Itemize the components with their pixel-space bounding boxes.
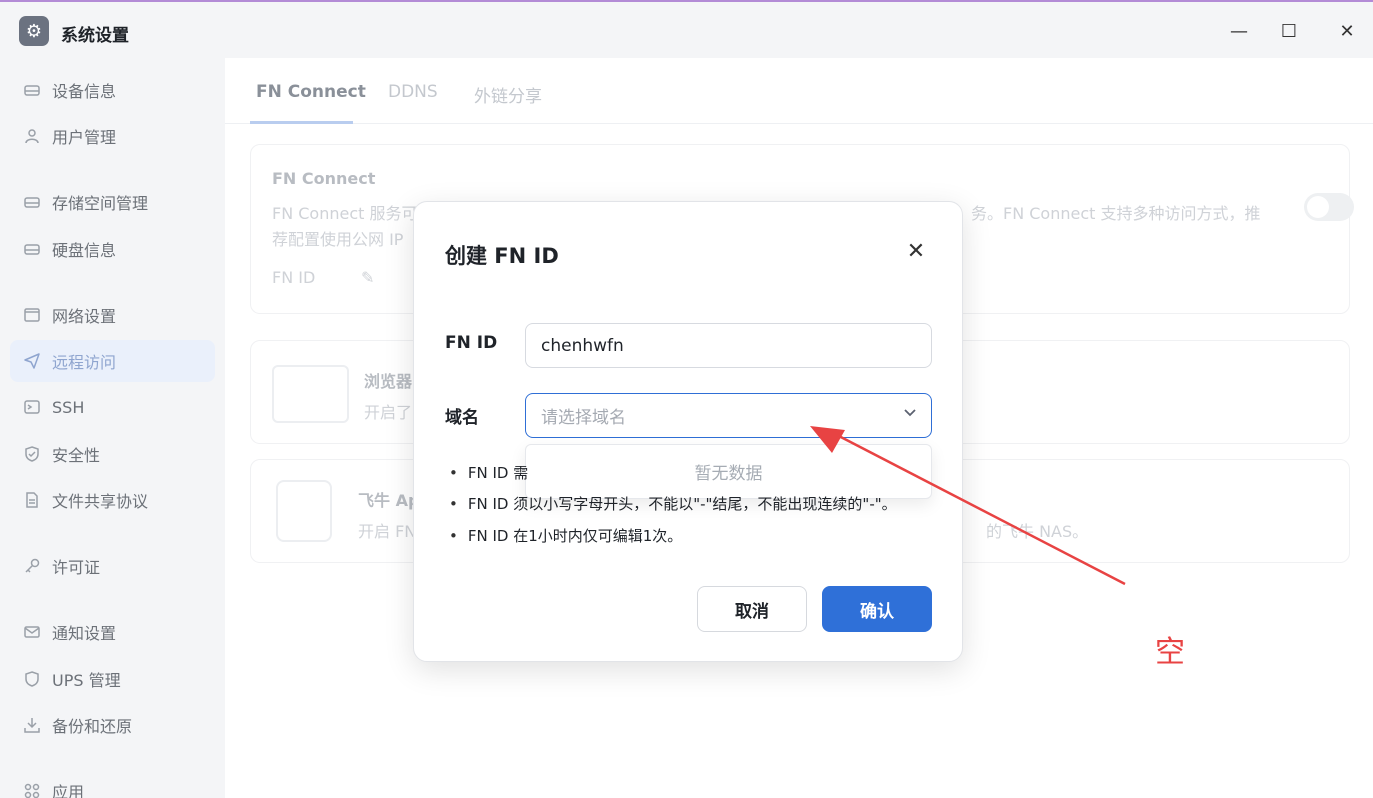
active-tab-indicator — [250, 121, 353, 124]
maximize-button[interactable]: ☐ — [1274, 16, 1304, 46]
note-item: FN ID 在1小时内仅可编辑1次。 — [449, 525, 682, 546]
sidebar-item-label: 应用 — [52, 783, 85, 798]
chevron-down-icon — [902, 404, 918, 424]
sidebar-item-label: 网络设置 — [52, 307, 117, 326]
apps-icon — [22, 781, 42, 798]
tab-external-share[interactable]: 外链分享 — [474, 82, 542, 107]
card-desc-b: 的飞牛 NAS。 — [986, 522, 1089, 541]
title-bar: ⚙ 系统设置 — ☐ ✕ — [0, 2, 1373, 58]
window-title: 系统设置 — [61, 26, 129, 46]
note-item: FN ID 需 — [449, 462, 528, 483]
close-icon[interactable]: ✕ — [901, 236, 931, 266]
card-desc: 开启了 — [364, 403, 413, 422]
sidebar-item-disk-info[interactable]: 硬盘信息 — [10, 228, 215, 270]
network-icon — [22, 305, 42, 325]
sidebar-item-label: 远程访问 — [52, 353, 117, 372]
tab-ddns[interactable]: DDNS — [388, 82, 438, 102]
sidebar-item-label: 用户管理 — [52, 128, 117, 147]
edit-icon[interactable]: ✎ — [361, 265, 374, 291]
sidebar-item-ups[interactable]: UPS 管理 — [10, 658, 215, 700]
close-window-button[interactable]: ✕ — [1332, 16, 1362, 46]
fn-id-field-label: FN ID — [445, 333, 498, 353]
user-icon — [22, 126, 42, 146]
domain-placeholder: 请选择域名 — [541, 408, 626, 428]
sidebar-item-label: 许可证 — [52, 558, 101, 577]
send-icon — [22, 351, 42, 371]
sidebar-item-remote-access[interactable]: 远程访问 — [10, 340, 215, 382]
sidebar-item-ssh[interactable]: SSH — [10, 386, 215, 428]
sidebar-item-label: 设备信息 — [52, 82, 117, 101]
sidebar-item-backup[interactable]: 备份和还原 — [10, 704, 215, 746]
sidebar-item-label: 硬盘信息 — [52, 241, 117, 260]
shield-icon — [22, 444, 42, 464]
key-icon — [22, 556, 42, 576]
sidebar-item-label: 文件共享协议 — [52, 492, 149, 511]
minimize-button[interactable]: — — [1224, 16, 1254, 46]
file-icon — [22, 490, 42, 510]
card-desc-b: 务。FN Connect 支持多种访问方式，推 — [971, 204, 1261, 223]
domain-dropdown-empty: 暂无数据 — [525, 444, 932, 499]
card-desc-a: 开启 FN — [358, 522, 417, 541]
sidebar-item-license[interactable]: 许可证 — [10, 545, 215, 587]
sidebar-item-label: 备份和还原 — [52, 717, 133, 736]
card-title: FN Connect — [272, 169, 376, 188]
sidebar-item-label: 安全性 — [52, 446, 101, 465]
sidebar-item-label: 存储空间管理 — [52, 194, 149, 213]
sidebar-item-label: SSH — [52, 397, 85, 417]
sidebar-item-notifications[interactable]: 通知设置 — [10, 611, 215, 653]
tab-bar: FN Connect DDNS 外链分享 — [225, 58, 1373, 124]
sidebar-item-network[interactable]: 网络设置 — [10, 294, 215, 336]
card-title: 飞牛 Ap — [358, 491, 420, 510]
phone-icon — [276, 480, 332, 542]
fn-connect-toggle[interactable] — [1304, 193, 1354, 221]
annotation-text: 空 — [1155, 635, 1185, 670]
storage-icon — [22, 192, 42, 212]
fn-id-label: FN ID — [272, 268, 316, 287]
sidebar-item-storage[interactable]: 存储空间管理 — [10, 181, 215, 223]
gear-icon: ⚙ — [19, 16, 49, 46]
backup-icon — [22, 715, 42, 735]
sidebar-item-apps[interactable]: 应用 — [10, 770, 215, 798]
browser-icon — [272, 365, 349, 423]
disk-icon — [22, 239, 42, 259]
domain-select[interactable]: 请选择域名 — [525, 393, 932, 438]
confirm-button[interactable]: 确认 — [822, 586, 932, 632]
cancel-button[interactable]: 取消 — [697, 586, 807, 632]
domain-field-label: 域名 — [445, 408, 479, 428]
sidebar-item-file-sharing[interactable]: 文件共享协议 — [10, 479, 215, 521]
create-fn-id-dialog: 创建 FN ID ✕ FN ID 域名 请选择域名 暂无数据 FN ID 需 F… — [413, 201, 963, 662]
card-desc-a: FN Connect 服务可 — [272, 204, 418, 223]
sidebar-item-users[interactable]: 用户管理 — [10, 115, 215, 157]
tab-fn-connect[interactable]: FN Connect — [256, 82, 366, 102]
drive-icon — [22, 80, 42, 100]
card-title: 浏览器 — [364, 372, 413, 391]
mail-icon — [22, 622, 42, 642]
sidebar-item-device-info[interactable]: 设备信息 — [10, 69, 215, 111]
note-item: FN ID 须以小写字母开头，不能以"-"结尾，不能出现连续的"-"。 — [449, 493, 897, 514]
terminal-icon — [22, 397, 42, 417]
sidebar: 设备信息 用户管理 存储空间管理 硬盘信息 网络设置 远程访问 SSH 安全性 … — [0, 58, 225, 798]
card-desc-line2: 荐配置使用公网 IP — [272, 230, 404, 249]
sidebar-item-label: 通知设置 — [52, 624, 117, 643]
ups-shield-icon — [22, 669, 42, 689]
fn-id-input[interactable] — [525, 323, 932, 368]
settings-window: ⚙ 系统设置 — ☐ ✕ 设备信息 用户管理 存储空间管理 硬盘信息 网络设置 … — [0, 0, 1373, 798]
sidebar-item-security[interactable]: 安全性 — [10, 433, 215, 475]
dialog-title: 创建 FN ID — [445, 244, 559, 268]
sidebar-item-label: UPS 管理 — [52, 671, 121, 690]
